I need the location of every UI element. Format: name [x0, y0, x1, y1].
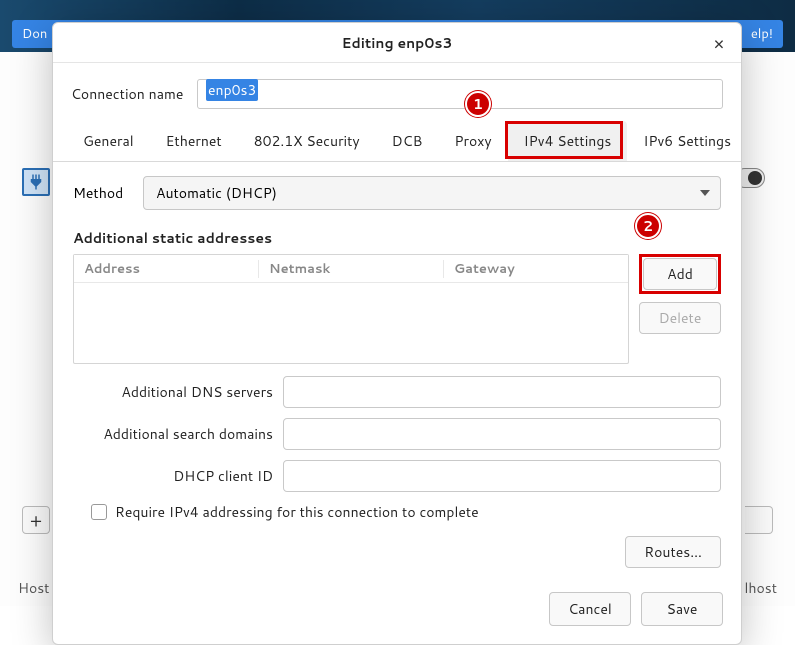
- col-netmask: Netmask: [259, 260, 444, 278]
- done-bar-right: elp!: [751, 25, 773, 43]
- annotation-badge-2: 2: [635, 213, 661, 239]
- method-value: Automatic (DHCP): [156, 183, 277, 203]
- addresses-table[interactable]: Address Netmask Gateway: [73, 254, 629, 364]
- hostname-label-fragment: Host: [18, 578, 49, 598]
- routes-button[interactable]: Routes…: [625, 536, 721, 568]
- search-domains-input[interactable]: [283, 418, 721, 450]
- search-domains-label: Additional search domains: [73, 424, 273, 444]
- annotation-badge-1: 1: [465, 91, 491, 117]
- ethernet-device-icon[interactable]: [22, 168, 50, 196]
- close-button[interactable]: ×: [707, 31, 731, 55]
- plug-icon: [27, 173, 45, 191]
- method-label: Method: [73, 183, 127, 203]
- addresses-section-title: Additional static addresses: [73, 228, 721, 248]
- dns-servers-input[interactable]: [283, 376, 721, 408]
- dialog-title: Editing enp0s3: [342, 33, 453, 53]
- edit-connection-dialog: Editing enp0s3 × Connection name enp0s3 …: [52, 22, 742, 645]
- require-ipv4-checkbox[interactable]: [91, 504, 107, 520]
- settings-tabs: General Ethernet 802.1X Security DCB Pro…: [53, 121, 741, 162]
- tab-dcb[interactable]: DCB: [376, 121, 439, 161]
- col-address: Address: [74, 260, 259, 278]
- annotation-highlight-add: Add: [639, 254, 721, 294]
- tab-general[interactable]: General: [67, 121, 150, 161]
- connection-name-label: Connection name: [71, 84, 197, 104]
- dialog-titlebar: Editing enp0s3 ×: [53, 23, 741, 63]
- require-ipv4-label: Require IPv4 addressing for this connect…: [115, 502, 479, 522]
- add-interface-button[interactable]: +: [22, 506, 50, 534]
- save-button[interactable]: Save: [641, 592, 723, 626]
- configure-button-fragment[interactable]: [745, 506, 773, 534]
- close-icon: ×: [713, 30, 724, 56]
- method-select[interactable]: Automatic (DHCP): [143, 176, 721, 210]
- tab-ethernet[interactable]: Ethernet: [150, 121, 238, 161]
- tab-8021x[interactable]: 802.1X Security: [238, 121, 376, 161]
- current-hostname-fragment: lhost: [744, 578, 777, 598]
- delete-address-button[interactable]: Delete: [639, 302, 721, 334]
- add-address-button[interactable]: Add: [643, 258, 717, 290]
- chevron-down-icon: [700, 190, 710, 196]
- dhcp-client-id-input[interactable]: [283, 460, 721, 492]
- done-bar-left: Don: [22, 25, 47, 43]
- tab-ipv4-settings[interactable]: IPv4 Settings: [508, 121, 628, 161]
- tab-proxy[interactable]: Proxy: [438, 121, 507, 161]
- dialog-footer: Cancel Save: [53, 578, 741, 644]
- tab-ipv6-settings[interactable]: IPv6 Settings: [627, 121, 747, 161]
- connection-name-input[interactable]: enp0s3: [197, 79, 723, 109]
- cancel-button[interactable]: Cancel: [549, 592, 631, 626]
- dhcp-client-id-label: DHCP client ID: [73, 466, 273, 486]
- dns-servers-label: Additional DNS servers: [73, 382, 273, 402]
- col-gateway: Gateway: [444, 260, 628, 278]
- connection-name-value: enp0s3: [206, 79, 258, 101]
